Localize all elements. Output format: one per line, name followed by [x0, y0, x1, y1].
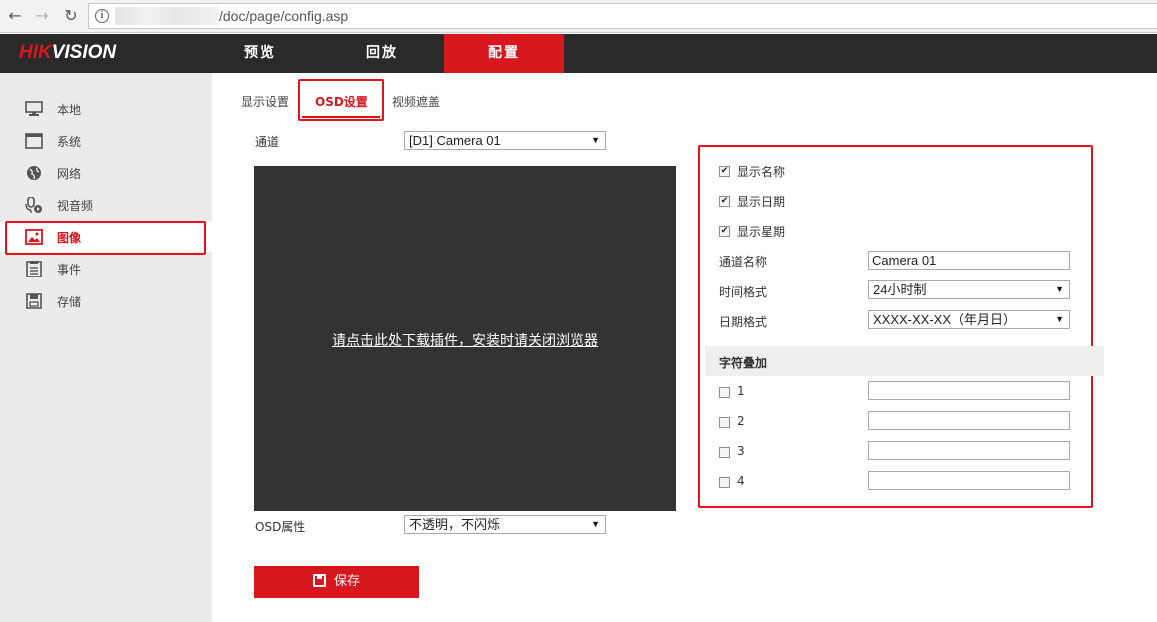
sidebar-item-storage[interactable]: 存储 [0, 286, 212, 316]
overlay-4-checkbox[interactable] [719, 477, 730, 488]
tab-preview[interactable]: 预览 [200, 34, 320, 73]
show-week-checkbox[interactable]: ✔ [719, 226, 730, 237]
date-format-label: 日期格式 [719, 315, 768, 329]
save-button-label: 保存 [333, 574, 360, 589]
sidebar-item-label: 视音频 [57, 199, 94, 213]
dropdown-arrow-icon: ▼ [1055, 284, 1064, 294]
tab-configuration[interactable]: 配置 [444, 34, 564, 73]
channel-name-input[interactable]: Camera 01 [868, 251, 1070, 270]
channel-select-value: [D1] Camera 01 [409, 133, 501, 148]
sidebar-item-label: 本地 [57, 103, 82, 117]
info-icon[interactable]: i [95, 9, 109, 23]
overlay-4-label: 4 [737, 474, 745, 488]
microphone-icon [25, 197, 42, 213]
dropdown-arrow-icon: ▼ [1055, 314, 1064, 324]
show-name-label: 显示名称 [737, 165, 786, 179]
sidebar-item-local[interactable]: 本地 [0, 94, 212, 124]
overlay-3-checkbox[interactable] [719, 447, 730, 458]
overlay-3-label: 3 [737, 444, 745, 458]
system-window-icon [25, 133, 43, 149]
text-overlay-section: 字符叠加 [705, 346, 1104, 376]
osd-attr-label: OSD属性 [255, 520, 306, 534]
tab-display-settings[interactable]: 显示设置 [241, 93, 289, 110]
time-format-label: 时间格式 [719, 285, 768, 299]
hikvision-logo: HIKVISION [19, 42, 117, 63]
sidebar-item-label: 网络 [57, 167, 82, 181]
sidebar-item-system[interactable]: 系统 [0, 126, 212, 156]
show-date-label: 显示日期 [737, 195, 786, 209]
date-format-value: XXXX-XX-XX（年月日） [873, 312, 1017, 327]
globe-icon [27, 166, 41, 180]
event-list-icon [26, 261, 42, 277]
back-icon[interactable]: ← [5, 6, 25, 26]
overlay-4-input[interactable] [868, 471, 1070, 490]
overlay-2-input[interactable] [868, 411, 1070, 430]
show-week-label: 显示星期 [737, 225, 786, 239]
browser-toolbar: ← → ↻ i /doc/page/config.asp [0, 0, 1157, 33]
osd-attr-select-value: 不透明，不闪烁 [409, 517, 501, 532]
save-button[interactable]: 保存 [254, 566, 419, 598]
overlay-1-label: 1 [737, 384, 745, 398]
channel-label: 通道 [255, 135, 280, 149]
app-header: HIKVISION 预览 回放 配置 [0, 34, 1157, 73]
overlay-2-checkbox[interactable] [719, 417, 730, 428]
tab-video-mask[interactable]: 视频遮盖 [392, 93, 440, 110]
channel-select[interactable]: [D1] Camera 01 ▼ [404, 131, 606, 150]
overlay-1-input[interactable] [868, 381, 1070, 400]
dropdown-arrow-icon: ▼ [591, 519, 600, 529]
sidebar-item-label: 事件 [57, 263, 82, 277]
show-name-checkbox[interactable]: ✔ [719, 166, 730, 177]
overlay-1-checkbox[interactable] [719, 387, 730, 398]
sidebar-item-network[interactable]: 网络 [0, 158, 212, 188]
url-text: /doc/page/config.asp [219, 8, 349, 24]
time-format-value: 24小时制 [873, 282, 927, 297]
highlight-frame-sidebar [5, 221, 206, 255]
text-overlay-title: 字符叠加 [719, 356, 768, 370]
time-format-select[interactable]: 24小时制 ▼ [868, 280, 1070, 299]
channel-name-label: 通道名称 [719, 255, 768, 269]
sidebar-item-label: 系统 [57, 135, 82, 149]
sidebar-item-audio-video[interactable]: 视音频 [0, 190, 212, 220]
overlay-3-input[interactable] [868, 441, 1070, 460]
tab-playback[interactable]: 回放 [322, 34, 442, 73]
overlay-2-label: 2 [737, 414, 745, 428]
storage-disk-icon [26, 293, 42, 309]
osd-attr-select[interactable]: 不透明，不闪烁 ▼ [404, 515, 606, 534]
sidebar-item-event[interactable]: 事件 [0, 254, 212, 284]
dropdown-arrow-icon: ▼ [591, 135, 600, 145]
blurred-host [115, 7, 219, 25]
video-preview: 请点击此处下载插件，安装时请关闭浏览器 [254, 166, 676, 511]
show-date-checkbox[interactable]: ✔ [719, 196, 730, 207]
sidebar-item-label: 存储 [57, 295, 82, 309]
address-bar[interactable]: i /doc/page/config.asp [88, 3, 1157, 29]
sidebar: 本地 系统 网络 视音频 图像 事件 存储 [0, 73, 212, 622]
reload-icon[interactable]: ↻ [61, 6, 81, 26]
download-plugin-link[interactable]: 请点击此处下载插件，安装时请关闭浏览器 [254, 330, 676, 350]
date-format-select[interactable]: XXXX-XX-XX（年月日） ▼ [868, 310, 1070, 329]
highlight-frame-tab [298, 79, 384, 121]
save-disk-icon [312, 574, 326, 587]
forward-icon[interactable]: → [32, 6, 52, 26]
monitor-icon [25, 101, 43, 116]
